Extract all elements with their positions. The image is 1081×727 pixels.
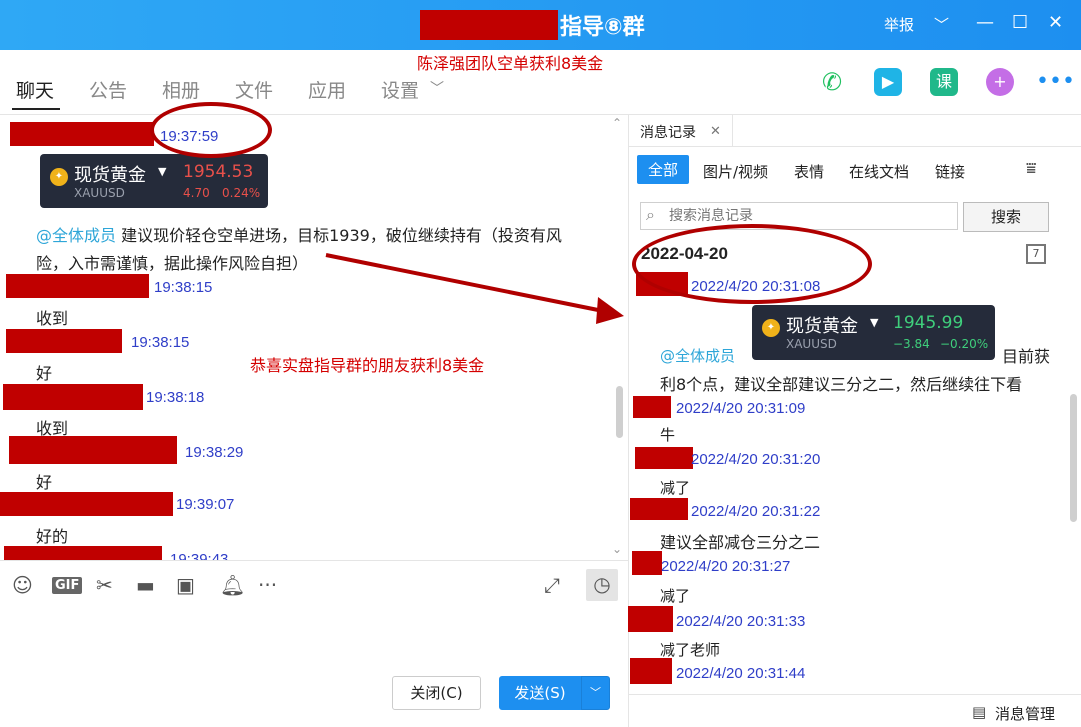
annotation-arrow — [325, 253, 624, 324]
